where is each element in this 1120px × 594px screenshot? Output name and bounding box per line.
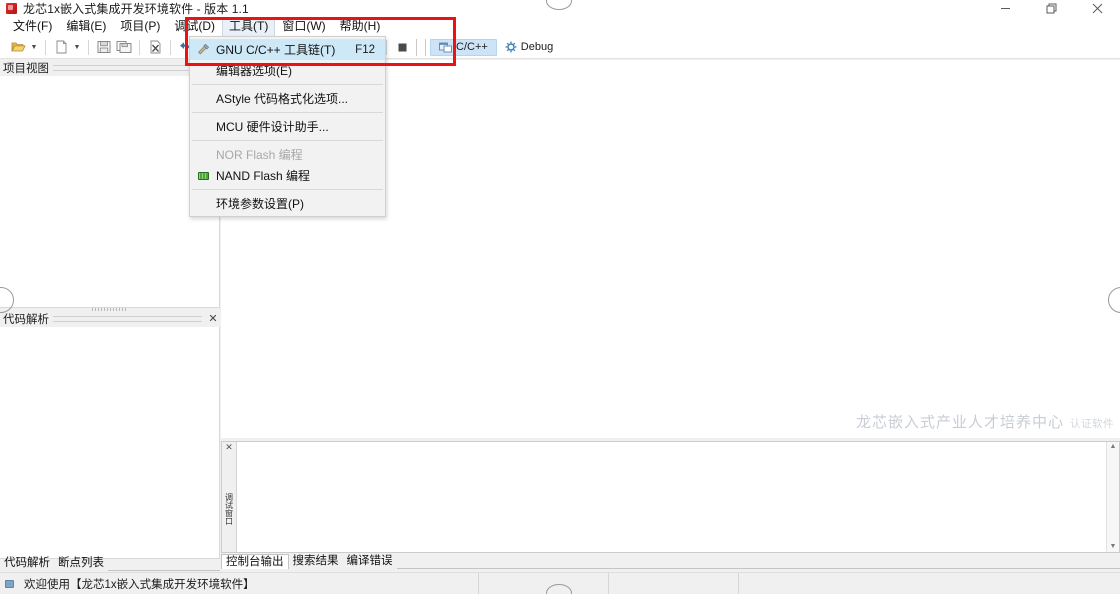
menu-edit[interactable]: 编辑(E) [59, 17, 113, 36]
toolbar-separator [386, 39, 387, 55]
perspective-debug-label: Debug [520, 41, 554, 53]
menu-bar: 文件(F) 编辑(E) 项目(P) 调试(D) 工具(T) 窗口(W) 帮助(H… [0, 17, 1120, 36]
info-icon [5, 579, 14, 588]
cpp-perspective-icon [439, 42, 452, 52]
close-icon[interactable]: ✕ [225, 443, 233, 453]
app-logo-icon [6, 3, 17, 14]
menu-item-label: AStyle 代码格式化选项... [216, 92, 349, 106]
application-window: 龙芯1x嵌入式集成开发环境软件 - 版本 1.1 文件(F) 编辑(E) 项目(… [0, 0, 1120, 594]
menu-file[interactable]: 文件(F) [6, 17, 59, 36]
close-icon[interactable]: ✕ [206, 314, 220, 325]
perspective-cpp-label: C/C++ [456, 41, 488, 53]
menu-item-environment-settings[interactable]: 环境参数设置(P) [190, 193, 385, 214]
window-title: 龙芯1x嵌入式集成开发环境软件 - 版本 1.1 [23, 2, 249, 16]
toolbar-separator [139, 39, 140, 55]
code-analysis-header: 代码解析 ✕ [0, 311, 220, 327]
close-file-icon[interactable] [145, 37, 165, 57]
restore-button[interactable] [1028, 0, 1074, 17]
menu-item-label: GNU C/C++ 工具链(T) [216, 43, 336, 57]
chevron-up-icon[interactable]: ▲ [1110, 442, 1117, 452]
project-view-panel: 项目视图 [0, 60, 220, 308]
new-file-dropdown-icon[interactable]: ▼ [71, 37, 83, 57]
menu-item-shortcut: F12 [355, 43, 375, 56]
toolbar-separator [425, 38, 426, 56]
menu-separator [192, 84, 383, 85]
save-icon[interactable] [94, 37, 114, 57]
toolbar-separator [170, 39, 171, 55]
menu-item-mcu-hardware-assistant[interactable]: MCU 硬件设计助手... [190, 116, 385, 137]
chevron-down-icon[interactable]: ▼ [1110, 542, 1117, 552]
toolchain-icon [195, 42, 211, 58]
menu-separator [192, 140, 383, 141]
menu-item-gnu-toolchain[interactable]: GNU C/C++ 工具链(T) F12 [190, 39, 385, 60]
tab-code-analysis[interactable]: 代码解析 [0, 556, 54, 571]
header-rule [53, 316, 202, 322]
window-controls [982, 0, 1120, 17]
status-message: 欢迎使用【龙芯1x嵌入式集成开发环境软件】 [24, 578, 255, 591]
tab-filler [108, 556, 220, 571]
menu-help[interactable]: 帮助(H) [333, 17, 388, 36]
left-bottom-tabs: 代码解析 断点列表 [0, 556, 220, 571]
perspective-debug[interactable]: Debug [497, 39, 561, 56]
tab-compile-errors[interactable]: 编译错误 [343, 554, 397, 569]
tab-console-output[interactable]: 控制台输出 [221, 554, 289, 569]
menu-item-label: 编辑器选项(E) [216, 64, 292, 78]
tab-breakpoints[interactable]: 断点列表 [54, 556, 108, 571]
stop-icon[interactable] [392, 37, 412, 57]
menu-item-nand-flash-programming[interactable]: NAND Flash 编程 [190, 165, 385, 186]
main-toolbar: ▼ ▼ C/C++ Debug [0, 36, 1120, 59]
toolbar-separator [45, 39, 46, 55]
watermark-sub-text: 认证软件 [1070, 418, 1114, 430]
toolbar-separator [88, 39, 89, 55]
new-file-icon[interactable] [51, 37, 71, 57]
menu-item-editor-options[interactable]: 编辑器选项(E) [190, 60, 385, 81]
menu-separator [192, 112, 383, 113]
open-project-icon[interactable] [8, 37, 28, 57]
save-all-icon[interactable] [114, 37, 134, 57]
tools-dropdown-menu: GNU C/C++ 工具链(T) F12 编辑器选项(E) AStyle 代码格… [189, 36, 386, 217]
menu-item-label: MCU 硬件设计助手... [216, 120, 329, 134]
close-button[interactable] [1074, 0, 1120, 17]
status-cell-3 [738, 573, 1120, 594]
console-strip-label: 调试窗口 [224, 493, 234, 525]
status-cell-1 [478, 573, 608, 594]
code-analysis-panel: 代码解析 ✕ [0, 308, 220, 559]
watermark: 龙芯嵌入式产业人才培养中心 认证软件 [856, 411, 1114, 432]
menu-item-nor-flash-programming: NOR Flash 编程 [190, 144, 385, 165]
project-view-body[interactable] [0, 76, 220, 308]
title-bar: 龙芯1x嵌入式集成开发环境软件 - 版本 1.1 [0, 0, 1120, 17]
code-analysis-body[interactable] [0, 327, 220, 559]
console-panel: ✕ 调试窗口 ▲ ▼ [221, 441, 1120, 553]
menu-window[interactable]: 窗口(W) [275, 17, 332, 36]
console-scrollbar[interactable]: ▲ ▼ [1106, 442, 1119, 552]
menu-tools[interactable]: 工具(T) [222, 17, 276, 36]
watermark-main-text: 龙芯嵌入式产业人才培养中心 [855, 414, 1064, 431]
menu-debug[interactable]: 调试(D) [167, 17, 222, 36]
code-analysis-title: 代码解析 [3, 314, 49, 326]
menu-item-astyle-format-options[interactable]: AStyle 代码格式化选项... [190, 88, 385, 109]
console-output-body[interactable]: ▲ ▼ [237, 442, 1119, 552]
status-cell-2 [608, 573, 738, 594]
toolbar-separator [416, 38, 417, 56]
right-bottom-tabs: 控制台输出 搜索结果 编译错误 [221, 554, 1120, 569]
project-view-title: 项目视图 [3, 63, 49, 75]
project-view-header: 项目视图 [0, 60, 220, 76]
debug-perspective-icon [505, 41, 517, 53]
menu-item-label: NOR Flash 编程 [216, 148, 303, 162]
status-bar: 欢迎使用【龙芯1x嵌入式集成开发环境软件】 [0, 572, 1120, 594]
perspective-cpp[interactable]: C/C++ [430, 38, 497, 56]
console-side-strip: ✕ 调试窗口 [222, 442, 237, 552]
open-project-dropdown-icon[interactable]: ▼ [28, 37, 40, 57]
tab-filler [396, 554, 1120, 569]
menu-item-label: NAND Flash 编程 [216, 169, 311, 183]
minimize-button[interactable] [982, 0, 1028, 17]
menu-item-label: 环境参数设置(P) [216, 197, 304, 211]
nand-flash-icon [195, 168, 211, 184]
menu-separator [192, 189, 383, 190]
tab-search-results[interactable]: 搜索结果 [289, 554, 343, 569]
menu-project[interactable]: 项目(P) [113, 17, 167, 36]
